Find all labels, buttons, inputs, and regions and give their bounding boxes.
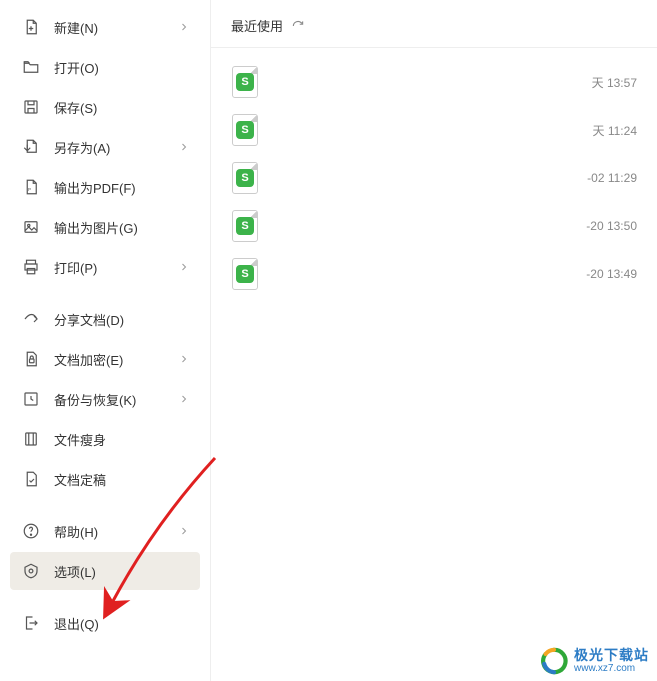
svg-text:P: P: [28, 187, 31, 192]
exit-icon: [20, 612, 42, 634]
recent-file-row[interactable]: S -20 13:49: [231, 250, 637, 298]
menu-item-open[interactable]: 打开(O): [10, 48, 200, 86]
menu-item-share[interactable]: 分享文档(D): [10, 300, 200, 338]
file-name-redacted: [275, 262, 567, 286]
menu-label: 退出(Q): [54, 614, 190, 633]
menu-label: 选项(L): [54, 562, 190, 581]
menu-label: 文档加密(E): [54, 350, 178, 369]
refresh-icon[interactable]: [291, 19, 305, 33]
spreadsheet-file-icon: S: [231, 258, 259, 290]
menu-label: 另存为(A): [54, 138, 178, 157]
watermark: 极光下载站 www.xz7.com: [540, 647, 649, 675]
spreadsheet-file-icon: S: [231, 162, 259, 194]
file-name-redacted: [275, 70, 567, 94]
watermark-logo-icon: [540, 647, 568, 675]
menu-item-save[interactable]: 保存(S): [10, 88, 200, 126]
file-timestamp: 天 11:24: [567, 122, 637, 139]
menu-label: 输出为图片(G): [54, 218, 190, 237]
file-timestamp: -02 11:29: [567, 171, 637, 185]
menu-label: 分享文档(D): [54, 310, 190, 329]
menu-item-export-image[interactable]: 输出为图片(G): [10, 208, 200, 246]
slim-icon: [20, 428, 42, 450]
recent-file-list: S 天 13:57 S 天 11:24 S -02 11:29: [211, 48, 657, 308]
spreadsheet-file-icon: S: [231, 114, 259, 146]
menu-item-slim[interactable]: 文件瘦身: [10, 420, 200, 458]
app-root: 新建(N) 打开(O) 保存(S) 另存为(A): [0, 0, 657, 681]
chevron-right-icon: [178, 141, 190, 153]
menu-label: 打开(O): [54, 58, 190, 77]
recent-file-row[interactable]: S 天 11:24: [231, 106, 637, 154]
file-name-redacted: [275, 166, 567, 190]
file-name-redacted: [275, 118, 567, 142]
menu-item-exit[interactable]: 退出(Q): [10, 604, 200, 642]
chevron-right-icon: [178, 393, 190, 405]
recent-file-row[interactable]: S -20 13:50: [231, 202, 637, 250]
menu-item-new[interactable]: 新建(N): [10, 8, 200, 46]
menu-item-export-pdf[interactable]: P 输出为PDF(F): [10, 168, 200, 206]
finalize-icon: [20, 468, 42, 490]
chevron-right-icon: [178, 21, 190, 33]
share-icon: [20, 308, 42, 330]
recent-header: 最近使用: [211, 10, 657, 48]
menu-label: 备份与恢复(K): [54, 390, 178, 409]
backup-icon: [20, 388, 42, 410]
file-name-redacted: [275, 214, 567, 238]
save-icon: [20, 96, 42, 118]
chevron-right-icon: [178, 261, 190, 273]
menu-item-help[interactable]: 帮助(H): [10, 512, 200, 550]
new-file-icon: [20, 16, 42, 38]
export-image-icon: [20, 216, 42, 238]
menu-label: 帮助(H): [54, 522, 178, 541]
watermark-name: 极光下载站: [574, 648, 649, 663]
menu-label: 打印(P): [54, 258, 178, 277]
lock-icon: [20, 348, 42, 370]
spreadsheet-file-icon: S: [231, 66, 259, 98]
file-menu-sidebar: 新建(N) 打开(O) 保存(S) 另存为(A): [0, 0, 211, 681]
chevron-right-icon: [178, 353, 190, 365]
file-timestamp: -20 13:49: [567, 267, 637, 281]
menu-item-options[interactable]: 选项(L): [10, 552, 200, 590]
recent-file-row[interactable]: S -02 11:29: [231, 154, 637, 202]
menu-item-finalize[interactable]: 文档定稿: [10, 460, 200, 498]
menu-item-encrypt[interactable]: 文档加密(E): [10, 340, 200, 378]
watermark-url: www.xz7.com: [574, 663, 649, 674]
spreadsheet-file-icon: S: [231, 210, 259, 242]
chevron-right-icon: [178, 525, 190, 537]
menu-item-print[interactable]: 打印(P): [10, 248, 200, 286]
menu-label: 文件瘦身: [54, 430, 190, 449]
menu-item-save-as[interactable]: 另存为(A): [10, 128, 200, 166]
recent-file-row[interactable]: S 天 13:57: [231, 58, 637, 106]
recent-panel: 最近使用 S 天 13:57 S 天 11:24: [211, 0, 657, 681]
menu-label: 文档定稿: [54, 470, 190, 489]
recent-title: 最近使用: [231, 16, 283, 35]
print-icon: [20, 256, 42, 278]
folder-open-icon: [20, 56, 42, 78]
help-icon: [20, 520, 42, 542]
options-icon: [20, 560, 42, 582]
save-as-icon: [20, 136, 42, 158]
export-pdf-icon: P: [20, 176, 42, 198]
menu-label: 输出为PDF(F): [54, 178, 190, 197]
menu-item-backup[interactable]: 备份与恢复(K): [10, 380, 200, 418]
menu-label: 保存(S): [54, 98, 190, 117]
file-timestamp: 天 13:57: [567, 74, 637, 91]
file-timestamp: -20 13:50: [567, 219, 637, 233]
menu-label: 新建(N): [54, 18, 178, 37]
